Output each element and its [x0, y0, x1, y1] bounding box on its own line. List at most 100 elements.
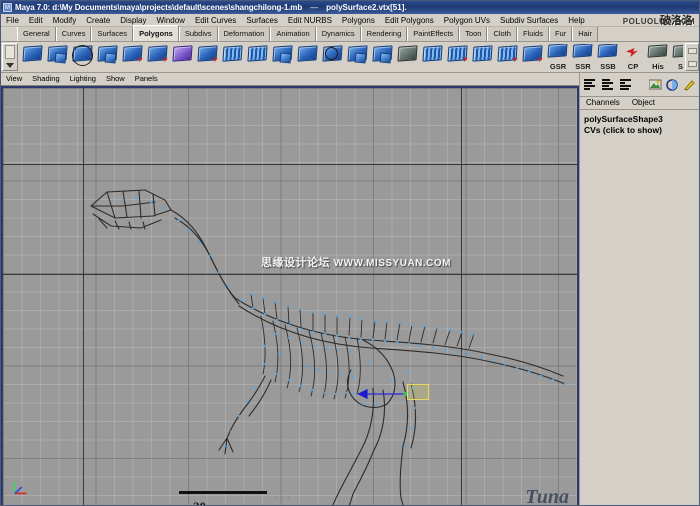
menu-file[interactable]: File — [1, 14, 24, 27]
poly-combine-icon-b — [104, 52, 117, 64]
shelf-button-grow-selection-region[interactable]: GSR — [546, 44, 570, 70]
site-watermark-url: POLUOLUO.COM — [622, 17, 695, 26]
menu-edit-curves[interactable]: Edit Curves — [190, 14, 241, 27]
viewport-menu-view[interactable]: View — [1, 73, 27, 85]
shelf-tab-subdivs[interactable]: Subdivs — [178, 26, 218, 41]
menu-edit-nurbs[interactable]: Edit NURBS — [283, 14, 337, 27]
channel-box-layout-icon[interactable] — [582, 77, 597, 92]
shelf-button-poly-cube[interactable] — [46, 44, 70, 70]
axis-orientation-gizmo — [13, 481, 27, 495]
menu-help[interactable]: Help — [563, 14, 589, 27]
render-icon-group — [648, 77, 697, 92]
main-work-area: View Shading Lighting Show Panels 思缘设计论坛… — [1, 73, 699, 505]
shelf-button-poly-cut-faces[interactable] — [246, 44, 270, 70]
shelf-tab-polygons[interactable]: Polygons — [133, 25, 179, 41]
shelf-button-poly-quadrangulate[interactable] — [471, 44, 495, 70]
shelf-tab-toon[interactable]: Toon — [459, 26, 488, 41]
shelf-tab-fluids[interactable]: Fluids — [516, 26, 549, 41]
viewport-menu-shading[interactable]: Shading — [27, 73, 65, 85]
shelf-tab-surfaces[interactable]: Surfaces — [91, 26, 134, 41]
shelf-button-poly-normals[interactable] — [521, 44, 545, 70]
shelf-scroll-controls[interactable] — [685, 43, 699, 71]
shelf-button-boolean-union[interactable] — [121, 44, 145, 70]
shelf-button-poly-append[interactable] — [296, 44, 320, 70]
shelf-options-handle[interactable] — [2, 43, 18, 71]
menu-modify[interactable]: Modify — [48, 14, 82, 27]
menu-create[interactable]: Create — [81, 14, 115, 27]
poly-quadrangulate-icon — [472, 45, 493, 62]
viewport-status-dots: · · · — [275, 494, 291, 501]
main-menu-bar: File Edit Modify Create Display Window E… — [1, 14, 699, 27]
shelf-tab-cloth[interactable]: Cloth — [487, 26, 517, 41]
shelf-button-poly-split[interactable] — [221, 44, 245, 70]
poly-append-icon — [297, 45, 318, 62]
selection-title: polySurface2.vtx[51]. — [326, 3, 407, 12]
shelf-button-poly-smooth[interactable] — [171, 44, 195, 70]
shelf-button-poly-combine[interactable] — [96, 44, 120, 70]
channel-box-node-name[interactable]: polySurfaceShape3 — [584, 114, 695, 125]
render-globals-icon[interactable] — [648, 77, 663, 92]
history-icon — [647, 44, 668, 58]
shelf-button-boolean-difference[interactable] — [146, 44, 170, 70]
shelf-tab-dynamics[interactable]: Dynamics — [315, 26, 361, 41]
viewport-menu-panels[interactable]: Panels — [130, 73, 163, 85]
shelf-tab-fur[interactable]: Fur — [548, 26, 573, 41]
shelf-button-smooth-shade[interactable]: SS — [671, 44, 683, 70]
menu-edit-polygons[interactable]: Edit Polygons — [380, 14, 439, 27]
viewport-menu-show[interactable]: Show — [101, 73, 130, 85]
channel-box-content: polySurfaceShape3 CVs (click to show) — [580, 110, 699, 505]
merge-target-icon — [325, 47, 338, 60]
shelf-scroll-down-icon — [687, 60, 697, 67]
shelf-button-poly-reduce[interactable] — [496, 44, 520, 70]
perspective-viewport[interactable]: 20 cm 思缘设计论坛 WWW.MISSYUAN.COM · · · Tuna — [1, 86, 579, 505]
title-separator: — — [310, 3, 319, 12]
poly-collapse-icon-b — [354, 52, 367, 64]
tab-channels[interactable]: Channels — [580, 97, 626, 109]
shelf-button-poly-subdivide[interactable] — [421, 44, 445, 70]
shelf-button-convert-polygon[interactable]: CP — [621, 44, 645, 70]
shelf-button-poly-mirror[interactable] — [271, 44, 295, 70]
shelf-button-poly-triangulate[interactable] — [446, 44, 470, 70]
viewport-column: View Shading Lighting Show Panels 思缘设计论坛… — [1, 73, 579, 505]
select-selection-boundary-icon — [597, 44, 618, 58]
channel-box-tab-bar: Channels Object — [580, 97, 699, 110]
maya-app-icon: M — [3, 3, 12, 12]
shelf-button-select-selection-boundary[interactable]: SSB — [596, 44, 620, 70]
menu-subdiv-surfaces[interactable]: Subdiv Surfaces — [495, 14, 563, 27]
attribute-editor-layout-icon[interactable] — [600, 77, 615, 92]
shelf-button-poly-extract[interactable] — [196, 44, 220, 70]
shelf-tab-painteffects[interactable]: PaintEffects — [407, 26, 460, 41]
shelf-tab-general[interactable]: General — [17, 26, 56, 41]
shelf-tab-rendering[interactable]: Rendering — [360, 26, 408, 41]
shelf-button-poly-collapse[interactable] — [346, 44, 370, 70]
shelf-button-poly-sculpt[interactable] — [396, 44, 420, 70]
poly-plane-icon — [22, 45, 43, 62]
menu-polygon-uvs[interactable]: Polygon UVs — [439, 14, 495, 27]
menu-polygons[interactable]: Polygons — [337, 14, 380, 27]
highlighted-component-region — [407, 384, 429, 400]
shelf-tab-animation[interactable]: Animation — [270, 26, 316, 41]
shelf-button-shrink-selection-region[interactable]: SSR — [571, 44, 595, 70]
shelf-tab-curves[interactable]: Curves — [55, 26, 92, 41]
tool-settings-layout-icon[interactable] — [618, 77, 633, 92]
viewport-watermark-cn: 思缘设计论坛 — [261, 257, 330, 269]
channel-box-cvs-row[interactable]: CVs (click to show) — [584, 125, 695, 136]
viewport-menu-bar: View Shading Lighting Show Panels — [1, 73, 579, 86]
menu-surfaces[interactable]: Surfaces — [241, 14, 283, 27]
shelf-button-label: His — [652, 62, 664, 71]
window-title: Maya 7.0: d:\My Documents\maya\projects\… — [15, 3, 303, 12]
paint-tool-icon[interactable] — [682, 77, 697, 92]
menu-edit[interactable]: Edit — [24, 14, 48, 27]
shelf-button-history[interactable]: His — [646, 44, 670, 70]
hypershade-icon[interactable] — [665, 77, 680, 92]
viewport-menu-lighting[interactable]: Lighting — [65, 73, 101, 85]
shelf-tab-deformation[interactable]: Deformation — [217, 26, 271, 41]
shelf-button-poly-bevel[interactable] — [371, 44, 395, 70]
move-manipulator[interactable] — [355, 388, 411, 400]
shelf-button-merge-vertex[interactable] — [321, 44, 345, 70]
poly-split-icon — [222, 45, 243, 62]
shelf-tab-hair[interactable]: Hair — [572, 26, 598, 41]
shelf-button-poly-plane[interactable] — [21, 44, 45, 70]
tab-object[interactable]: Object — [626, 97, 661, 109]
shelf-button-poly-sphere[interactable] — [71, 44, 95, 70]
